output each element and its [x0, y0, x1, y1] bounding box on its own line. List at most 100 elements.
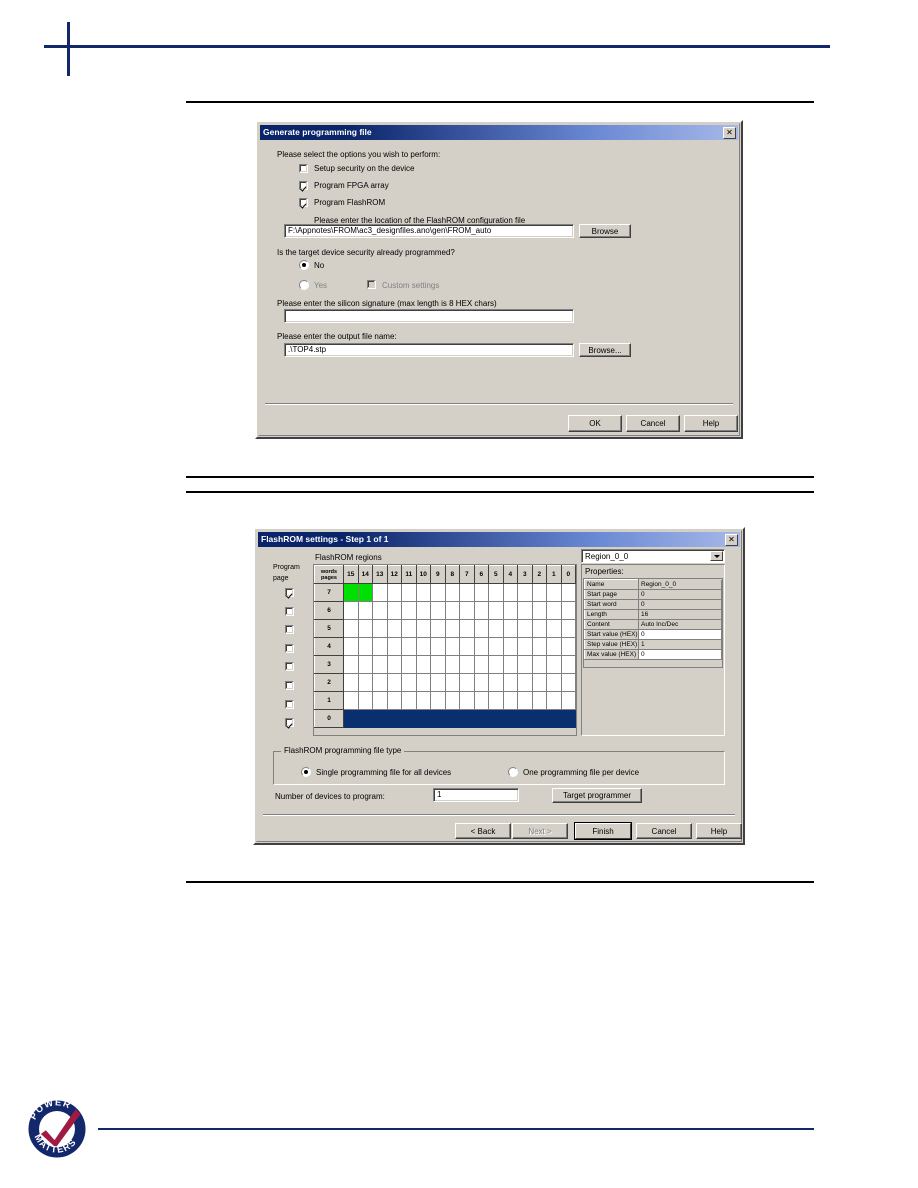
grid-cell-2-13[interactable]	[372, 673, 388, 692]
radio-single-file-all-devices[interactable]	[301, 767, 311, 777]
grid-cell-3-4[interactable]	[502, 655, 518, 674]
grid-cell-2-8[interactable]	[444, 673, 460, 692]
program-page-checkbox-2[interactable]	[285, 681, 294, 690]
grid-cell-3-3[interactable]	[517, 655, 533, 674]
grid-column-header-3[interactable]: 3	[517, 565, 533, 584]
grid-cell-1-11[interactable]	[401, 691, 417, 710]
grid-cell-2-12[interactable]	[386, 673, 402, 692]
back-button[interactable]: < Back	[455, 823, 511, 839]
radio-one-file-per-device[interactable]	[508, 767, 518, 777]
grid-cell-2-3[interactable]	[517, 673, 533, 692]
grid-cell-5-10[interactable]	[415, 619, 431, 638]
grid-cell-5-11[interactable]	[401, 619, 417, 638]
grid-cell-1-8[interactable]	[444, 691, 460, 710]
program-page-checkbox-5[interactable]	[285, 625, 294, 635]
grid-cell-0-8[interactable]	[444, 709, 460, 728]
grid-cell-7-15[interactable]	[343, 583, 359, 602]
grid-cell-7-2[interactable]	[531, 583, 547, 602]
grid-column-header-6[interactable]: 6	[473, 565, 489, 584]
grid-cell-5-0[interactable]	[560, 619, 576, 638]
grid-column-header-10[interactable]: 10	[415, 565, 431, 584]
silicon-signature-input[interactable]	[284, 309, 574, 323]
grid-cell-4-15[interactable]	[343, 637, 359, 656]
grid-cell-5-9[interactable]	[430, 619, 446, 638]
grid-cell-4-6[interactable]	[473, 637, 489, 656]
grid-cell-0-10[interactable]	[415, 709, 431, 728]
browse-output-button[interactable]: Browse...	[579, 343, 631, 357]
grid-row-header-4[interactable]: 4	[314, 637, 344, 656]
grid-cell-5-14[interactable]	[357, 619, 373, 638]
grid-cell-1-12[interactable]	[386, 691, 402, 710]
next-button[interactable]: Next >	[512, 823, 568, 839]
grid-cell-0-4[interactable]	[502, 709, 518, 728]
grid-cell-0-11[interactable]	[401, 709, 417, 728]
checkbox-custom-settings[interactable]	[367, 280, 376, 289]
grid-cell-0-12[interactable]	[386, 709, 402, 728]
grid-cell-2-4[interactable]	[502, 673, 518, 692]
grid-cell-0-2[interactable]	[531, 709, 547, 728]
target-programmer-button[interactable]: Target programmer	[552, 788, 642, 803]
grid-column-header-8[interactable]: 8	[444, 565, 460, 584]
program-page-checkbox-4[interactable]	[285, 643, 294, 653]
grid-cell-6-0[interactable]	[560, 601, 576, 620]
grid-cell-6-5[interactable]	[488, 601, 504, 620]
grid-cell-1-15[interactable]	[343, 691, 359, 710]
grid-cell-7-11[interactable]	[401, 583, 417, 602]
grid-cell-7-7[interactable]	[459, 583, 475, 602]
grid-cell-4-4[interactable]	[502, 637, 518, 656]
grid-row-header-1[interactable]: 1	[314, 691, 344, 710]
property-value[interactable]: 0	[638, 629, 722, 640]
grid-row-header-3[interactable]: 3	[314, 655, 344, 674]
grid-cell-5-7[interactable]	[459, 619, 475, 638]
grid-cell-0-14[interactable]	[357, 709, 373, 728]
grid-cell-6-6[interactable]	[473, 601, 489, 620]
grid-cell-5-3[interactable]	[517, 619, 533, 638]
grid-row-header-5[interactable]: 5	[314, 619, 344, 638]
grid-cell-6-14[interactable]	[357, 601, 373, 620]
grid-cell-3-0[interactable]	[560, 655, 576, 674]
grid-cell-0-7[interactable]	[459, 709, 475, 728]
browse-config-button[interactable]: Browse	[579, 224, 631, 238]
finish-button[interactable]: Finish	[574, 822, 632, 840]
property-value[interactable]: Auto Inc/Dec	[638, 619, 722, 630]
grid-column-header-9[interactable]: 9	[430, 565, 446, 584]
grid-cell-4-14[interactable]	[357, 637, 373, 656]
grid-cell-3-7[interactable]	[459, 655, 475, 674]
checkbox-program-fpga-array[interactable]	[299, 181, 308, 190]
grid-cell-3-5[interactable]	[488, 655, 504, 674]
grid-cell-4-12[interactable]	[386, 637, 402, 656]
grid-cell-6-10[interactable]	[415, 601, 431, 620]
grid-column-header-13[interactable]: 13	[372, 565, 388, 584]
grid-cell-4-0[interactable]	[560, 637, 576, 656]
checkbox-program-flashrom[interactable]	[299, 198, 308, 207]
grid-cell-7-14[interactable]	[357, 583, 373, 602]
radio-security-yes[interactable]	[299, 280, 309, 290]
property-value[interactable]: 16	[638, 609, 722, 620]
grid-column-header-4[interactable]: 4	[502, 565, 518, 584]
grid-cell-1-3[interactable]	[517, 691, 533, 710]
grid-cell-7-3[interactable]	[517, 583, 533, 602]
grid-cell-1-4[interactable]	[502, 691, 518, 710]
grid-cell-2-6[interactable]	[473, 673, 489, 692]
grid-cell-5-4[interactable]	[502, 619, 518, 638]
grid-cell-5-2[interactable]	[531, 619, 547, 638]
grid-cell-7-6[interactable]	[473, 583, 489, 602]
grid-column-header-14[interactable]: 14	[357, 565, 373, 584]
grid-cell-1-13[interactable]	[372, 691, 388, 710]
grid-cell-3-12[interactable]	[386, 655, 402, 674]
checkbox-setup-security[interactable]	[299, 164, 308, 173]
grid-cell-4-5[interactable]	[488, 637, 504, 656]
grid-cell-3-6[interactable]	[473, 655, 489, 674]
program-page-checkbox-3[interactable]	[285, 662, 294, 672]
grid-cell-7-9[interactable]	[430, 583, 446, 602]
grid-cell-2-0[interactable]	[560, 673, 576, 692]
grid-column-header-15[interactable]: 15	[343, 565, 359, 584]
radio-security-no[interactable]	[299, 260, 309, 270]
dialog-titlebar[interactable]: Generate programming file ✕	[260, 125, 738, 140]
property-value[interactable]: 0	[638, 649, 722, 660]
chevron-down-icon[interactable]	[710, 551, 723, 561]
cancel-button[interactable]: Cancel	[626, 415, 680, 432]
property-value[interactable]: Region_0_0	[638, 579, 722, 590]
grid-cell-2-7[interactable]	[459, 673, 475, 692]
grid-cell-4-7[interactable]	[459, 637, 475, 656]
